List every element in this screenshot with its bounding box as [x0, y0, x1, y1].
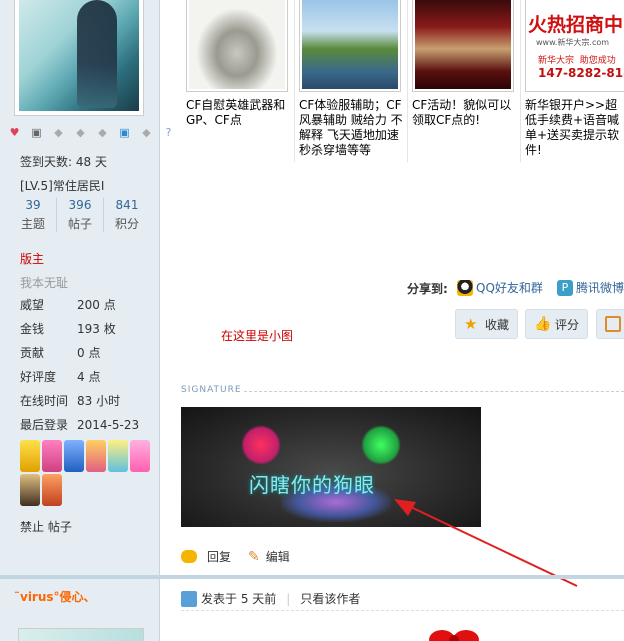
medal-icon[interactable] [130, 440, 150, 472]
ad-banner-title: 火热招商中 [528, 14, 624, 36]
user-level: [LV.5]常住居民I [20, 179, 105, 193]
field-money: 金钱 193 枚 [20, 322, 116, 336]
user-motto: 我本无耻 [20, 276, 69, 290]
ad-link[interactable]: CF自慰英雄武器和GP、CF点 [186, 98, 290, 128]
field-rating: 好评度 4 点 [20, 370, 101, 384]
meta-separator: | [286, 591, 291, 606]
field-prestige: 威望 200 点 [20, 298, 116, 312]
ad-divider [520, 0, 521, 162]
stat-topics[interactable]: 39 主题 [10, 198, 57, 232]
favorite-button[interactable]: ★ 收藏 [455, 309, 519, 339]
ad-banner-url: www.新华大宗.com [536, 38, 610, 47]
medal-icon[interactable] [64, 440, 84, 472]
print-icon [605, 316, 621, 332]
diamond-badge-icon[interactable]: ◆ [138, 126, 155, 140]
reply-button[interactable]: 回复 [181, 548, 231, 565]
pencil-icon: ✎ [248, 548, 260, 565]
ad-link[interactable]: 新华银开户>>超低手续费+语音喊单+送买卖提示软件! [525, 98, 624, 158]
avatar-image [19, 0, 139, 111]
honor-badges: ♥ ▣ ◆ ◆ ◆ ▣ ◆ ? [6, 126, 177, 140]
tencent-weibo-icon: P [557, 279, 573, 296]
ad-thumbnail[interactable] [412, 0, 514, 92]
red-bow-icon [429, 630, 479, 641]
penguin-icon [457, 279, 473, 296]
heart-badge-icon[interactable]: ♥ [6, 126, 23, 140]
share-tencent-weibo-button[interactable]: P 腾讯微博 [557, 279, 624, 296]
medals [20, 440, 150, 506]
next-post-author[interactable]: ˜virus°侵心、 [14, 588, 96, 605]
ad-banner-slogan: 助您成功 [579, 56, 616, 66]
ad-divider [407, 0, 408, 162]
ad-banner-slogan: 新华大宗 [538, 56, 575, 66]
diamond-badge-icon[interactable]: ◆ [50, 126, 67, 140]
medal-icon[interactable] [42, 474, 62, 506]
medal-icon[interactable] [20, 440, 40, 472]
next-post-meta: 发表于 5 天前 | 只看该作者 [181, 590, 360, 607]
cat-ear-right [361, 425, 401, 465]
more-action-button[interactable] [596, 309, 624, 339]
diamond-badge-icon[interactable]: ◆ [72, 126, 89, 140]
medal-icon[interactable] [20, 474, 40, 506]
medal-icon[interactable] [86, 440, 106, 472]
ad-item[interactable]: CF活动！貌似可以领取CF点的! [412, 0, 520, 128]
ad-item[interactable]: CF体验服辅助；CF风暴辅助 贼给力 不解释 飞天遁地加速秒杀穿墙等等 [299, 0, 407, 158]
thumbs-up-icon: 👍 [534, 316, 552, 332]
ad-item[interactable]: 火热招商中 www.新华大宗.com 新华大宗 助您成功 147-8282-81… [525, 0, 624, 158]
ad-link[interactable]: CF体验服辅助；CF风暴辅助 贼给力 不解释 飞天遁地加速秒杀穿墙等等 [299, 98, 403, 158]
signature-divider [244, 391, 624, 392]
ad-thumbnail[interactable] [299, 0, 401, 92]
ad-thumbnail[interactable]: 火热招商中 www.新华大宗.com 新华大宗 助您成功 147-8282-81… [525, 0, 624, 92]
signature-image-text: 闪瞎你的狗眼 [249, 473, 375, 497]
share-label: 分享到: [407, 282, 448, 296]
reply-icon [181, 550, 197, 563]
user-icon [181, 590, 197, 607]
content-divider [181, 610, 624, 611]
ad-banner-phone: 147-8282-8182 [538, 66, 624, 80]
ad-item[interactable]: CF自慰英雄武器和GP、CF点 [186, 0, 294, 128]
stat-posts[interactable]: 396 帖子 [57, 198, 104, 232]
blue-badge-icon[interactable]: ▣ [116, 126, 133, 140]
next-author-avatar[interactable] [18, 628, 144, 641]
star-icon: ★ [464, 315, 478, 333]
rate-button[interactable]: 👍 评分 [525, 309, 589, 339]
note-text: 在这里是小图 [221, 329, 294, 343]
field-last-login: 最后登录 2014-5-23 [20, 418, 140, 432]
medal-icon[interactable] [42, 440, 62, 472]
signature-label: SIGNATURE [181, 385, 242, 395]
cat-ear-left [241, 425, 281, 465]
chat-badge-icon[interactable]: ▣ [28, 126, 45, 140]
author-sidebar: ♥ ▣ ◆ ◆ ◆ ▣ ◆ ? 签到天数: 48 天 [LV.5]常住居民I 3… [0, 0, 171, 641]
post-separator [0, 575, 624, 579]
only-author-link[interactable]: 只看该作者 [300, 590, 360, 607]
user-stats: 39 主题 396 帖子 841 积分 [10, 198, 150, 232]
red-arrow-icon [394, 499, 578, 587]
post-time: 发表于 5 天前 [201, 592, 277, 606]
ad-divider [294, 0, 295, 162]
stat-credits[interactable]: 841 积分 [104, 198, 150, 232]
field-contribution: 贡献 0 点 [20, 346, 101, 360]
share-qq-button[interactable]: QQ好友和群 [457, 279, 543, 296]
edit-button[interactable]: ✎ 编辑 [248, 548, 290, 565]
diamond-badge-icon[interactable]: ◆ [94, 126, 111, 140]
ad-thumbnail[interactable] [186, 0, 288, 92]
avatar[interactable] [14, 0, 144, 116]
medal-icon[interactable] [108, 440, 128, 472]
user-group[interactable]: 版主 [20, 250, 44, 267]
field-online-time: 在线时间 83 小时 [20, 394, 121, 408]
help-badge-icon[interactable]: ? [160, 126, 177, 140]
ad-link[interactable]: CF活动！貌似可以领取CF点的! [412, 98, 516, 128]
ban-post-link[interactable]: 禁止 帖子 [20, 518, 72, 535]
signin-days: 签到天数: 48 天 [20, 155, 107, 169]
